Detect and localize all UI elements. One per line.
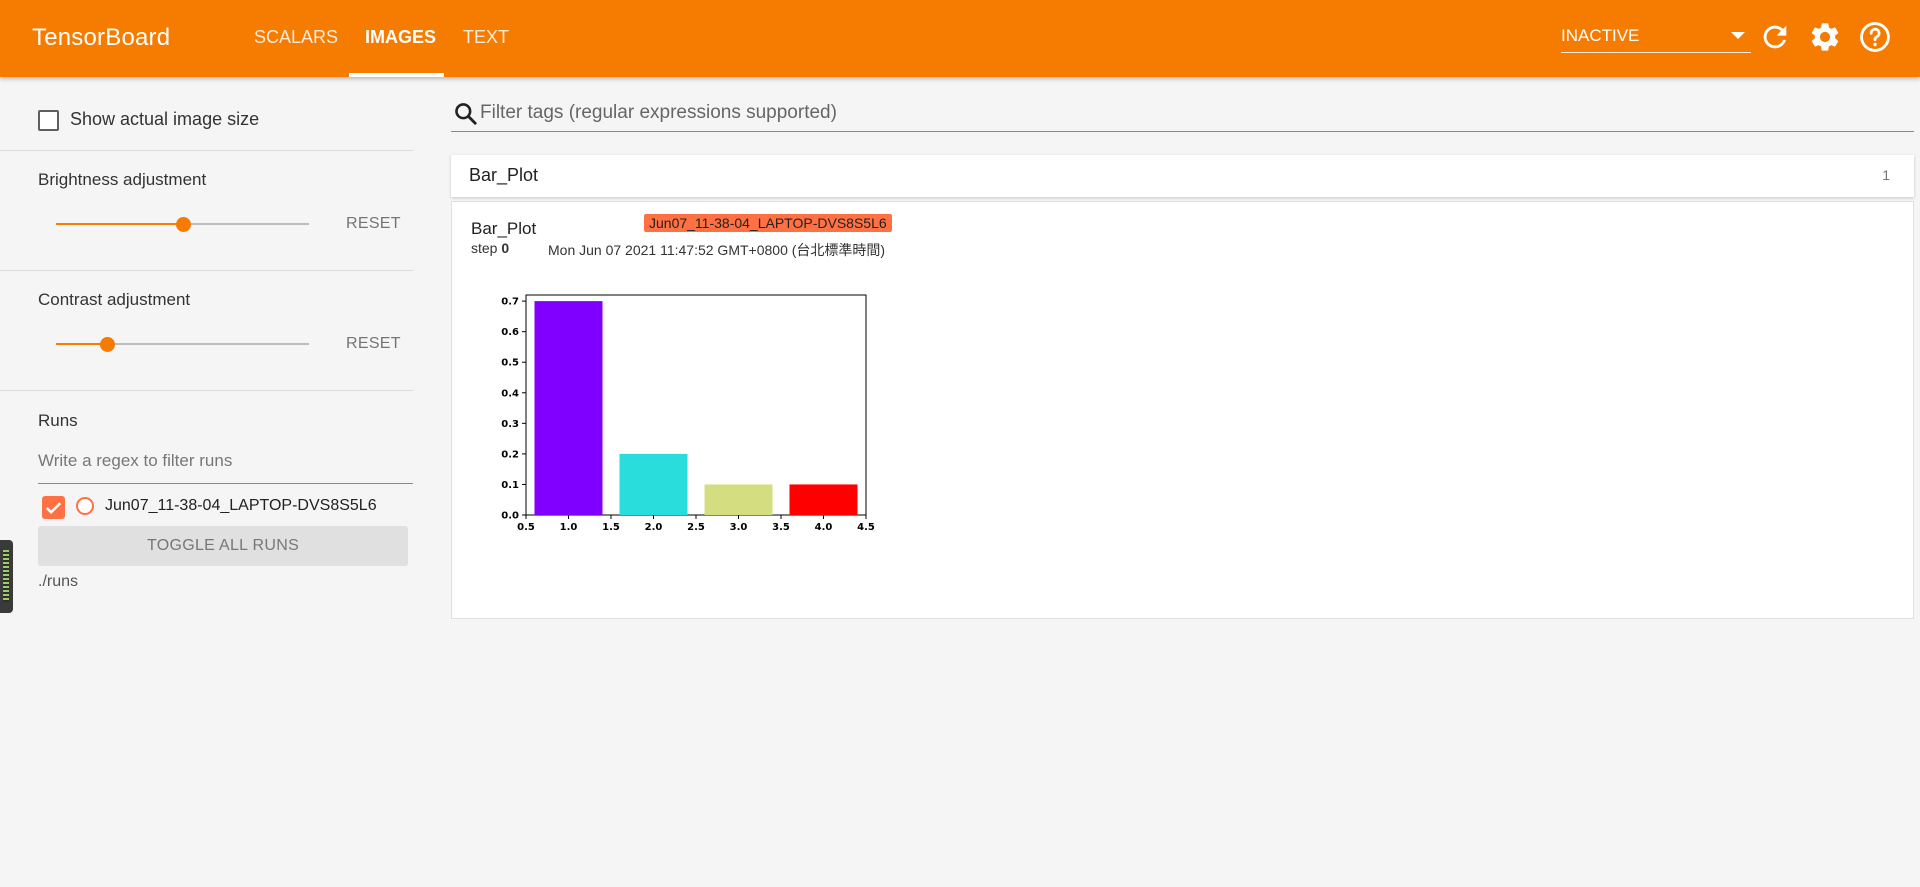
x-tick-label: 0.5	[517, 522, 535, 533]
image-card-tag: Bar_Plot	[471, 219, 537, 238]
y-tick-label: 0.1	[501, 480, 519, 491]
contrast-reset-button[interactable]: RESET	[346, 335, 401, 353]
category-header[interactable]: Bar_Plot 1	[451, 155, 1914, 197]
runs-title: Runs	[38, 411, 78, 430]
x-tick-label: 3.5	[772, 522, 790, 533]
category-count: 1	[1882, 167, 1890, 183]
tab-text[interactable]: TEXT	[463, 27, 509, 48]
y-tick-label: 0.5	[501, 358, 519, 369]
show-actual-size-checkbox[interactable]	[38, 110, 59, 131]
y-tick-label: 0.6	[501, 327, 519, 338]
run-checkbox[interactable]	[42, 496, 65, 519]
image-timestamp: Mon Jun 07 2021 11:47:52 GMT+0800 (台北標準時…	[548, 242, 886, 258]
y-tick-label: 0.0	[501, 511, 519, 522]
contrast-label: Contrast adjustment	[38, 290, 191, 309]
y-tick-label: 0.4	[501, 388, 519, 399]
run-color-radio[interactable]	[76, 497, 94, 515]
run-name: Jun07_11-38-04_LAPTOP-DVS8S5L6	[105, 497, 377, 514]
category-title: Bar_Plot	[469, 165, 539, 185]
x-tick-label: 3.0	[730, 522, 748, 533]
brightness-slider[interactable]	[56, 214, 309, 234]
bar	[789, 484, 858, 515]
runs-filter-input[interactable]	[38, 451, 413, 471]
x-tick-label: 4.5	[857, 522, 875, 533]
bar	[534, 301, 603, 515]
check-icon	[45, 502, 62, 515]
sidebar-drag-handle[interactable]	[0, 540, 13, 613]
toggle-all-runs-button[interactable]: TOGGLE ALL RUNS	[38, 526, 408, 566]
tab-images[interactable]: IMAGES	[365, 27, 436, 48]
x-tick-label: 2.5	[687, 522, 705, 533]
refresh-icon[interactable]	[1758, 20, 1792, 54]
brightness-reset-button[interactable]: RESET	[346, 215, 401, 233]
contrast-slider-knob[interactable]	[99, 337, 115, 352]
reload-status-value: INACTIVE	[1561, 26, 1640, 45]
bar	[619, 453, 688, 515]
divider	[0, 150, 413, 151]
y-tick-label: 0.3	[501, 419, 519, 430]
logdir-path: ./runs	[38, 573, 79, 590]
brightness-label: Brightness adjustment	[38, 170, 207, 189]
run-chip: Jun07_11-38-04_LAPTOP-DVS8S5L6	[644, 214, 892, 232]
bar	[704, 484, 773, 515]
tab-scalars[interactable]: SCALARS	[254, 27, 338, 48]
x-tick-label: 1.0	[560, 522, 578, 533]
app-title: TensorBoard	[32, 24, 171, 51]
grip-icon	[3, 550, 9, 602]
y-tick-label: 0.2	[501, 449, 519, 460]
divider	[0, 390, 413, 391]
tag-filter-input[interactable]	[480, 102, 1900, 124]
bar-plot-image[interactable]: 0.5 1.0 1.5 2.0 2.5 3.0 3.5 4.0 4.5 0.0 0.1 0.2 0.3 0…	[490, 285, 880, 535]
brightness-slider-knob[interactable]	[175, 217, 191, 232]
runs-filter-field[interactable]	[38, 451, 413, 484]
step-label: step	[471, 240, 498, 256]
image-card-step: step 0	[471, 240, 509, 256]
reload-status-select[interactable]: INACTIVE	[1561, 24, 1751, 53]
y-tick-label: 0.7	[501, 297, 519, 308]
x-tick-label: 2.0	[645, 522, 663, 533]
divider	[0, 270, 413, 271]
settings-icon[interactable]	[1808, 20, 1842, 54]
sidebar: Show actual image size Brightness adjust…	[0, 77, 413, 887]
tag-filter-field[interactable]	[451, 100, 1914, 132]
x-tick-label: 4.0	[815, 522, 833, 533]
top-toolbar: TensorBoard SCALARS IMAGES TEXT INACTIVE	[0, 0, 1920, 77]
x-tick-label: 1.5	[602, 522, 620, 533]
contrast-slider[interactable]	[56, 334, 309, 354]
show-actual-size-label: Show actual image size	[70, 109, 260, 129]
help-icon[interactable]	[1858, 20, 1892, 54]
chevron-down-icon	[1731, 32, 1745, 39]
step-value: 0	[501, 240, 510, 256]
